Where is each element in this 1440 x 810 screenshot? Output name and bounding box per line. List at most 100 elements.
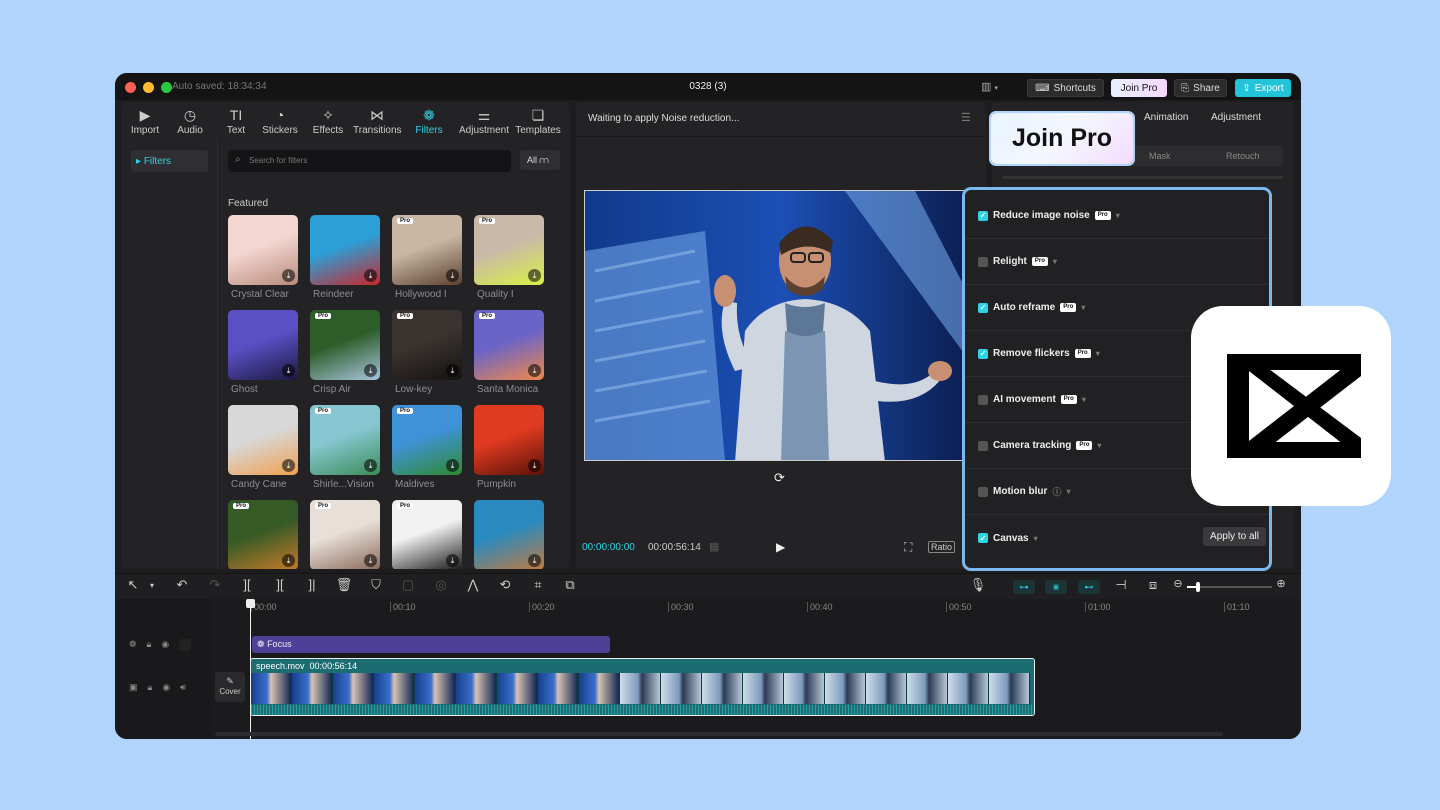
filter-item[interactable]: Pro⤓Santa Monica — [474, 310, 554, 395]
reverse-icon[interactable]: ◎ — [431, 577, 451, 593]
expand-caret-icon[interactable]: ▾ — [1053, 257, 1057, 266]
download-icon[interactable]: ⤓ — [282, 364, 295, 377]
filter-item[interactable]: Pro⤓Maldives — [392, 405, 472, 490]
layout-icon[interactable]: ▥ ▾ — [981, 80, 998, 93]
tab-audio[interactable]: ◷Audio — [166, 106, 214, 136]
filter-thumbnail[interactable]: Pro⤓ — [392, 500, 462, 569]
filter-thumbnail[interactable]: Pro⤓ — [474, 310, 544, 380]
checkbox[interactable] — [978, 257, 988, 267]
filter-item[interactable]: Pro⤓Crisp Air — [310, 310, 390, 395]
player-menu-icon[interactable]: ☰ — [961, 111, 971, 124]
marker-icon[interactable]: ⛉ — [366, 577, 386, 593]
filter-item[interactable]: Pro⤓ — [310, 500, 390, 569]
filter-thumbnail[interactable]: Pro⤓ — [310, 310, 380, 380]
zoom-in-icon[interactable]: ⊕ — [1271, 577, 1291, 590]
thumbnail-toggle-icon[interactable]: ⧈ — [1143, 577, 1163, 593]
playhead-handle[interactable] — [246, 599, 255, 608]
trim-left-icon[interactable]: ][ — [270, 577, 290, 592]
subtab-retouch[interactable]: Retouch — [1226, 151, 1260, 161]
tab-text[interactable]: TIText — [212, 106, 260, 136]
download-icon[interactable]: ⤓ — [446, 554, 459, 567]
expand-caret-icon[interactable]: ▾ — [1096, 349, 1100, 358]
filter-thumbnail[interactable]: ⤓ — [474, 500, 544, 569]
filter-all-dropdown[interactable]: All ⩋ — [520, 150, 560, 170]
tab-adjustment[interactable]: Adjustment — [1211, 112, 1261, 123]
filter-item[interactable]: ⤓Reindeer — [310, 215, 390, 300]
expand-caret-icon[interactable]: ▾ — [1116, 211, 1120, 220]
download-icon[interactable]: ⤓ — [364, 554, 377, 567]
download-icon[interactable]: ⤓ — [528, 364, 541, 377]
filter-item[interactable]: Pro⤓Hollywood I — [392, 215, 472, 300]
preview-axis-icon[interactable]: ⊣ — [1111, 577, 1131, 593]
rotate-clip-icon[interactable]: ⟲ — [495, 577, 515, 593]
grid-icon[interactable]: ▦ — [709, 540, 719, 553]
checkbox[interactable] — [978, 441, 988, 451]
filter-thumbnail[interactable]: Pro⤓ — [392, 310, 462, 380]
download-icon[interactable]: ⤓ — [364, 364, 377, 377]
select-dropdown-icon[interactable]: ▾ — [142, 581, 162, 590]
apply-to-all-button[interactable]: Apply to all — [1203, 527, 1266, 546]
download-icon[interactable]: ⤓ — [364, 269, 377, 282]
zoom-out-icon[interactable]: ⊖ — [1168, 577, 1188, 590]
filter-thumbnail[interactable]: Pro⤓ — [392, 405, 462, 475]
eye-icon[interactable]: ◉ — [161, 639, 169, 651]
lock-icon[interactable]: 🔒︎ — [147, 639, 152, 651]
download-icon[interactable]: ⤓ — [446, 364, 459, 377]
audio-icon[interactable]: 🔊︎ — [180, 682, 186, 693]
download-icon[interactable]: ⤓ — [282, 269, 295, 282]
download-icon[interactable]: ⤓ — [364, 459, 377, 472]
checkbox[interactable]: ✓ — [978, 533, 988, 543]
filter-thumbnail[interactable]: Pro⤓ — [392, 215, 462, 285]
video-clip[interactable]: speech.mov 00:00:56:14 — [250, 658, 1035, 716]
filter-thumbnail[interactable]: ⤓ — [310, 215, 380, 285]
filter-thumbnail[interactable]: ⤓ — [228, 310, 298, 380]
freeze-icon[interactable]: ▢ — [398, 577, 418, 593]
auto-snap-icon[interactable]: ⋇ — [1045, 580, 1067, 594]
sidebar-item-filters[interactable]: ▸ Filters — [131, 150, 208, 172]
filter-thumbnail[interactable]: Pro⤓ — [474, 215, 544, 285]
filter-thumbnail[interactable]: ⤓ — [228, 215, 298, 285]
tab-filters[interactable]: ❁Filters — [405, 106, 453, 136]
filter-thumbnail[interactable]: Pro⤓ — [310, 500, 380, 569]
cover-button[interactable]: ✎ Cover — [215, 672, 245, 702]
info-icon[interactable]: ⓘ — [1052, 485, 1061, 498]
zoom-slider[interactable] — [1187, 586, 1272, 588]
filter-thumbnail[interactable]: Pro⤓ — [228, 500, 298, 569]
filter-item[interactable]: Pro⤓Quality I — [474, 215, 554, 300]
panel-scrollbar[interactable] — [1002, 176, 1283, 179]
expand-caret-icon[interactable]: ▾ — [1034, 534, 1038, 543]
filter-item[interactable]: ⤓Crystal Clear — [228, 215, 308, 300]
shortcuts-button[interactable]: ⌨ Shortcuts — [1027, 79, 1104, 97]
undo-icon[interactable]: ↶ — [172, 577, 192, 593]
subtab-mask[interactable]: Mask — [1149, 151, 1171, 161]
filter-thumbnail[interactable]: ⤓ — [474, 405, 544, 475]
share-button[interactable]: ⎘ Share — [1174, 79, 1227, 97]
tab-import[interactable]: ▶Import — [121, 106, 169, 136]
tab-transitions[interactable]: ⋈Transitions — [353, 106, 401, 136]
filter-item[interactable]: ⤓Pumpkin — [474, 405, 554, 490]
effect-clip-focus[interactable]: ❁ Focus — [252, 636, 610, 653]
ratio-button[interactable]: Ratio — [928, 541, 955, 553]
linkage-icon[interactable]: ⊷ — [1078, 580, 1100, 594]
lock-icon[interactable]: 🔒︎ — [148, 682, 153, 693]
crop-icon[interactable]: ⌗ — [528, 577, 548, 593]
tab-effects[interactable]: ✧Effects — [304, 106, 352, 136]
trim-right-icon[interactable]: ]| — [302, 577, 322, 592]
filter-item[interactable]: ⤓Ghost — [228, 310, 308, 395]
filter-item[interactable]: Pro⤓ — [392, 500, 472, 569]
expand-caret-icon[interactable]: ▾ — [1066, 487, 1070, 496]
join-pro-button[interactable]: Join Pro — [1111, 79, 1167, 97]
timeline-scrollbar[interactable] — [215, 732, 1223, 736]
fullscreen-capture-icon[interactable]: ⛶ — [904, 540, 912, 555]
expand-caret-icon[interactable]: ▾ — [1081, 303, 1085, 312]
tab-animation[interactable]: Animation — [1144, 112, 1188, 123]
checkbox[interactable]: ✓ — [978, 303, 988, 313]
remove-background-icon[interactable]: ⧉ — [560, 577, 580, 593]
play-button[interactable]: ▶ — [776, 540, 785, 554]
download-icon[interactable]: ⤓ — [282, 554, 295, 567]
download-icon[interactable]: ⤓ — [528, 269, 541, 282]
filter-item[interactable]: ⤓Candy Cane — [228, 405, 308, 490]
filter-item[interactable]: Pro⤓Shirle...Vision — [310, 405, 390, 490]
checkbox[interactable] — [978, 395, 988, 405]
download-icon[interactable]: ⤓ — [528, 554, 541, 567]
